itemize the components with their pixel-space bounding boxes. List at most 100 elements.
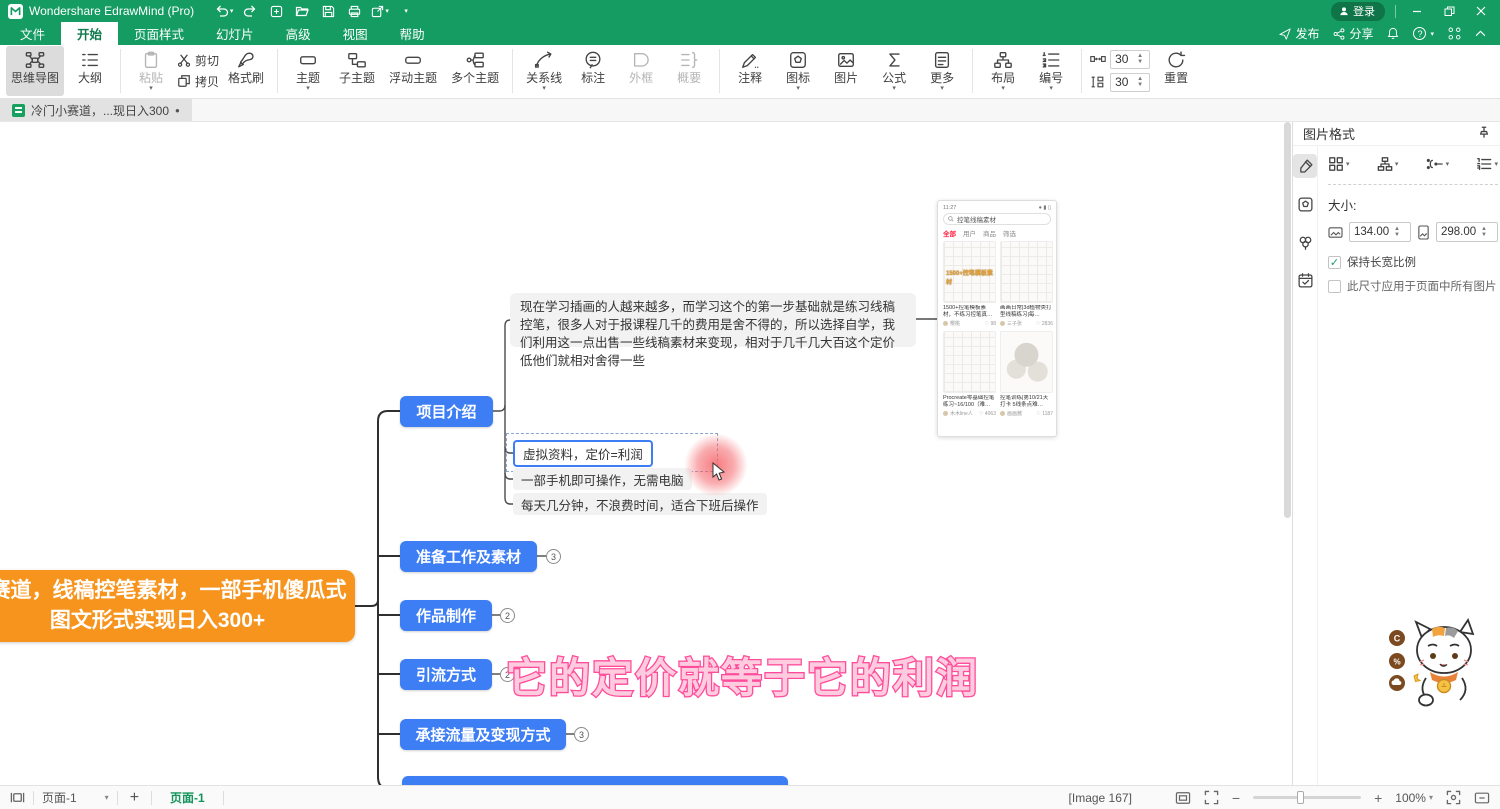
menu-view[interactable]: 视图 <box>327 22 384 45</box>
cut-button[interactable]: 剪切 <box>177 52 219 69</box>
restore-button[interactable] <box>1438 2 1460 20</box>
more-button[interactable]: 更多▾ <box>920 46 964 96</box>
collapse-icon[interactable] <box>1474 791 1490 805</box>
page-dropdown[interactable]: 页面-1▾ <box>42 789 109 806</box>
central-topic[interactable]: 小赛道，线稿控笔素材，一部手机傻瓜式 图文形式实现日入300+ <box>0 570 355 642</box>
clover-icon[interactable] <box>1293 230 1317 254</box>
zoom-slider[interactable] <box>1253 796 1361 799</box>
grid-style-dropdown[interactable]: ▾ <box>1328 156 1350 172</box>
menu-home[interactable]: 开始 <box>61 22 118 45</box>
board-icon[interactable] <box>10 790 25 805</box>
collapse-badge[interactable]: 2 <box>500 608 515 623</box>
fullscreen-icon[interactable] <box>1204 790 1219 805</box>
v-spacing-input[interactable]: ▲▼ <box>1110 73 1150 92</box>
menu-slides[interactable]: 幻灯片 <box>200 22 270 45</box>
zoom-out-icon[interactable]: − <box>1232 790 1240 806</box>
frame-button[interactable]: 外框▾ <box>619 46 663 96</box>
add-page-button[interactable]: + <box>126 789 143 807</box>
connector-style-dropdown[interactable]: ▾ <box>1426 156 1450 172</box>
comment-button[interactable]: 注释▾ <box>728 46 772 96</box>
shape-icon[interactable] <box>1293 192 1317 216</box>
formula-button[interactable]: 公式▾ <box>872 46 916 96</box>
image-width-input[interactable]: ▲▼ <box>1349 222 1411 242</box>
icon-button[interactable]: 图标▾ <box>776 46 820 96</box>
task-calendar-icon[interactable] <box>1293 268 1317 292</box>
callout-button[interactable]: 标注▾ <box>571 46 615 96</box>
subtopic-selected[interactable]: 虚拟资料，定价=利润 <box>513 440 653 467</box>
zoom-slider-knob[interactable] <box>1297 791 1304 804</box>
undo-icon[interactable]: ▾ <box>214 2 234 20</box>
close-button[interactable] <box>1470 2 1492 20</box>
topic-production[interactable]: 作品制作 <box>400 600 492 631</box>
branch-style-dropdown[interactable]: ▾ <box>1377 156 1399 172</box>
fit-window-icon[interactable] <box>1175 791 1191 805</box>
zoom-level-dropdown[interactable]: 100%▾ <box>1395 791 1433 805</box>
login-button[interactable]: 登录 <box>1331 2 1385 21</box>
scrollbar-thumb[interactable] <box>1284 122 1291 518</box>
menu-advanced[interactable]: 高级 <box>270 22 327 45</box>
print-icon[interactable] <box>344 2 364 20</box>
topic-project-intro[interactable]: 项目介绍 <box>400 396 493 427</box>
relationship-button[interactable]: 关系线▾ <box>521 46 567 96</box>
page-tab[interactable]: 页面-1 <box>160 789 215 806</box>
share-button[interactable]: 分享 <box>1333 25 1373 42</box>
format-painter-button[interactable]: 格式刷▾ <box>223 46 269 96</box>
redo-icon[interactable] <box>240 2 260 20</box>
statusbar-divider <box>151 791 152 805</box>
mindmap-canvas[interactable]: 现在学习插画的人越来越多，而学习这个的第一步基础就是练习线稿控笔，很多人对于报课… <box>0 122 1292 785</box>
apps-icon[interactable] <box>1448 27 1461 40</box>
numbering-button[interactable]: 编号▾ <box>1029 46 1073 96</box>
icon-library-icon <box>788 49 808 71</box>
bell-icon[interactable] <box>1387 27 1399 40</box>
layout-button[interactable]: 布局▾ <box>981 46 1025 96</box>
menu-file[interactable]: 文件 <box>4 22 61 45</box>
collapse-badge[interactable]: 3 <box>574 727 589 742</box>
topic-traffic[interactable]: 引流方式 <box>400 659 492 690</box>
apply-all-row[interactable]: 此尺寸应用于页面中所有图片 <box>1328 278 1498 294</box>
picture-button[interactable]: 图片▾ <box>824 46 868 96</box>
subtopic-button[interactable]: 子主题▾ <box>334 46 380 96</box>
topic-partial-bottom[interactable] <box>402 776 788 785</box>
save-icon[interactable] <box>318 2 338 20</box>
apply-all-checkbox[interactable] <box>1328 280 1341 293</box>
canvas-scrollbar[interactable] <box>1284 122 1291 785</box>
outline-button[interactable]: 大纲▾ <box>68 46 112 96</box>
open-icon[interactable] <box>292 2 312 20</box>
menu-help[interactable]: 帮助 <box>384 22 441 45</box>
publish-button[interactable]: 发布 <box>1279 25 1319 42</box>
focus-icon[interactable] <box>1446 790 1461 805</box>
keep-ratio-checkbox[interactable]: ✓ <box>1328 256 1341 269</box>
topic-monetization[interactable]: 承接流量及变现方式 <box>400 719 566 750</box>
style-brush-icon[interactable] <box>1293 154 1317 178</box>
mindmap-button[interactable]: 思维导图▾ <box>6 46 64 96</box>
export-icon[interactable]: ▾ <box>370 2 390 20</box>
zoom-in-icon[interactable]: + <box>1374 790 1382 806</box>
floating-topic-button[interactable]: 浮动主题▾ <box>384 46 442 96</box>
numbering-style-dropdown[interactable]: ▾ <box>1476 156 1498 172</box>
topic-button[interactable]: 主题▾ <box>286 46 330 96</box>
collapse-badge[interactable]: 2 <box>500 667 515 682</box>
document-tab[interactable]: 冷门小赛道，...现日入300 ● <box>0 99 192 121</box>
topic-preparation[interactable]: 准备工作及素材 <box>400 541 537 572</box>
subtopic-item[interactable]: 一部手机即可操作，无需电脑 <box>513 468 692 490</box>
reset-button[interactable]: 重置▾ <box>1154 46 1198 96</box>
summary-button[interactable]: 概要▾ <box>667 46 711 96</box>
copy-button[interactable]: 拷贝 <box>177 73 219 90</box>
h-spacing-icon <box>1090 52 1106 66</box>
customize-icon[interactable]: ▾ <box>396 2 416 20</box>
embedded-image[interactable]: 11:27● ▮ ▯ 控笔线稿素材 全部 用户 商品 筛选 1500+控笔模板素… <box>937 200 1057 437</box>
collapse-ribbon-icon[interactable] <box>1475 30 1486 37</box>
subtopic-item[interactable]: 每天几分钟，不浪费时间，适合下班后操作 <box>513 493 767 515</box>
image-height-input[interactable]: ▲▼ <box>1436 222 1498 242</box>
paste-button[interactable]: 粘贴▾ <box>129 46 173 96</box>
subtopic-paragraph[interactable]: 现在学习插画的人越来越多，而学习这个的第一步基础就是练习线稿控笔，很多人对于报课… <box>510 293 916 347</box>
keep-ratio-row[interactable]: ✓ 保持长宽比例 <box>1328 254 1498 270</box>
help-button[interactable]: ?▾ <box>1413 27 1434 40</box>
new-icon[interactable] <box>266 2 286 20</box>
h-spacing-input[interactable]: ▲▼ <box>1110 50 1150 69</box>
multiple-topics-button[interactable]: 多个主题▾ <box>446 46 504 96</box>
collapse-badge[interactable]: 3 <box>546 549 561 564</box>
menu-page-style[interactable]: 页面样式 <box>118 22 200 45</box>
pin-icon[interactable] <box>1478 126 1490 141</box>
minimize-button[interactable] <box>1406 2 1428 20</box>
